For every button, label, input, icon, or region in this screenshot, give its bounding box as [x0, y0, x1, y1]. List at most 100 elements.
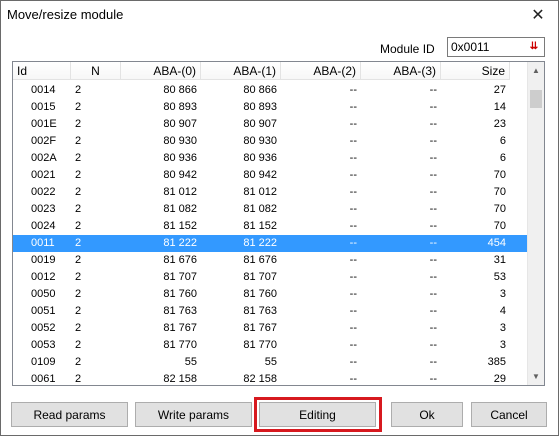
table-row[interactable]: 0012 2 81 707 81 707 -- -- 53 [13, 269, 528, 286]
read-params-button[interactable]: Read params [11, 402, 128, 427]
cell-aba-3: -- [429, 152, 437, 164]
table-row[interactable]: 0024 2 81 152 81 152 -- -- 70 [13, 218, 528, 235]
table-row[interactable]: 0014 2 80 866 80 866 -- -- 27 [13, 82, 528, 99]
table-row[interactable]: 0023 2 81 082 81 082 -- -- 70 [13, 201, 528, 218]
table-row[interactable]: 0051 2 81 763 81 763 -- -- 4 [13, 303, 528, 320]
cell-aba-1: 81 676 [243, 254, 277, 266]
ok-button[interactable]: Ok [391, 402, 463, 427]
cell-n: 2 [75, 84, 82, 96]
cell-aba-0: 55 [184, 356, 197, 368]
cell-aba-3: -- [429, 84, 437, 96]
cell-n: 2 [75, 356, 82, 368]
write-params-button[interactable]: Write params [135, 402, 252, 427]
cell-aba-1: 81 770 [243, 339, 277, 351]
cell-id: 0012 [31, 271, 56, 283]
cell-id: 0061 [31, 373, 56, 385]
cell-id: 0109 [31, 356, 56, 368]
table-row[interactable]: 0019 2 81 676 81 676 -- -- 31 [13, 252, 528, 269]
column-header-size[interactable]: Size [441, 62, 510, 80]
table-header: Id N ABA-(0) ABA-(1) ABA-(2) ABA-(3) Siz… [13, 62, 528, 80]
cell-aba-2: -- [349, 322, 357, 334]
cell-aba-1: 82 158 [243, 373, 277, 385]
table-row[interactable]: 0022 2 81 012 81 012 -- -- 70 [13, 184, 528, 201]
cell-n: 2 [75, 288, 82, 300]
cell-n: 2 [75, 169, 82, 181]
cell-size: 31 [493, 254, 506, 266]
cell-n: 2 [75, 237, 82, 249]
table-row[interactable]: 0061 2 82 158 82 158 -- -- 29 [13, 371, 528, 385]
table-row[interactable]: 0021 2 80 942 80 942 -- -- 70 [13, 167, 528, 184]
cell-size: 3 [499, 322, 506, 334]
cell-aba-2: -- [349, 152, 357, 164]
cell-id: 0053 [31, 339, 56, 351]
cell-aba-0: 81 676 [163, 254, 197, 266]
cell-aba-1: 81 767 [243, 322, 277, 334]
table-row[interactable]: 002A 2 80 936 80 936 -- -- 6 [13, 150, 528, 167]
cell-aba-1: 81 152 [243, 220, 277, 232]
cell-aba-2: -- [349, 339, 357, 351]
cell-aba-2: -- [349, 237, 357, 249]
vertical-scrollbar[interactable]: ▲ ▼ [527, 62, 544, 385]
cell-aba-2: -- [349, 305, 357, 317]
cell-aba-1: 81 707 [243, 271, 277, 283]
cell-aba-3: -- [429, 135, 437, 147]
cell-n: 2 [75, 305, 82, 317]
table-row[interactable]: 002F 2 80 930 80 930 -- -- 6 [13, 133, 528, 150]
cell-aba-1: 80 866 [243, 84, 277, 96]
cell-aba-2: -- [349, 186, 357, 198]
cell-aba-3: -- [429, 305, 437, 317]
cell-aba-1: 81 222 [243, 237, 277, 249]
scroll-up-icon[interactable]: ▲ [528, 62, 544, 79]
table-row[interactable]: 0109 2 55 55 -- -- 385 [13, 354, 528, 371]
scroll-down-icon[interactable]: ▼ [528, 368, 544, 385]
cell-aba-0: 80 893 [163, 101, 197, 113]
cell-size: 29 [493, 373, 506, 385]
cancel-button[interactable]: Cancel [471, 402, 547, 427]
cell-aba-2: -- [349, 220, 357, 232]
editing-button[interactable]: Editing [259, 402, 376, 427]
cell-aba-0: 81 222 [163, 237, 197, 249]
cell-size: 3 [499, 288, 506, 300]
cell-n: 2 [75, 101, 82, 113]
cell-size: 14 [493, 101, 506, 113]
cell-id: 0050 [31, 288, 56, 300]
title-bar: Move/resize module ✕ [1, 1, 558, 29]
column-header-aba-1[interactable]: ABA-(1) [201, 62, 281, 80]
column-header-aba-0[interactable]: ABA-(0) [121, 62, 201, 80]
table-row-selected[interactable]: 0011 2 81 222 81 222 -- -- 454 [13, 235, 528, 252]
table-row[interactable]: 0050 2 81 760 81 760 -- -- 3 [13, 286, 528, 303]
module-table[interactable]: Id N ABA-(0) ABA-(1) ABA-(2) ABA-(3) Siz… [12, 61, 545, 386]
module-id-value[interactable]: 0x0011 [451, 40, 489, 54]
cell-aba-1: 81 082 [243, 203, 277, 215]
sort-down-arrow-icon[interactable]: ⇊ [527, 41, 541, 53]
cell-aba-3: -- [429, 356, 437, 368]
cell-aba-0: 80 907 [163, 118, 197, 130]
table-row[interactable]: 0015 2 80 893 80 893 -- -- 14 [13, 99, 528, 116]
cell-aba-1: 80 907 [243, 118, 277, 130]
cell-aba-0: 81 763 [163, 305, 197, 317]
cell-n: 2 [75, 339, 82, 351]
cell-aba-2: -- [349, 118, 357, 130]
close-icon[interactable]: ✕ [518, 1, 558, 29]
table-row[interactable]: 0052 2 81 767 81 767 -- -- 3 [13, 320, 528, 337]
cell-aba-0: 81 082 [163, 203, 197, 215]
cell-aba-1: 81 760 [243, 288, 277, 300]
cell-aba-2: -- [349, 271, 357, 283]
cell-aba-2: -- [349, 288, 357, 300]
column-header-aba-3[interactable]: ABA-(3) [361, 62, 441, 80]
cell-size: 454 [487, 237, 506, 249]
module-id-field[interactable]: 0x0011 ⇊ [447, 37, 545, 57]
scroll-thumb[interactable] [530, 90, 542, 108]
cell-aba-1: 81 763 [243, 305, 277, 317]
cell-aba-2: -- [349, 135, 357, 147]
column-header-aba-2[interactable]: ABA-(2) [281, 62, 361, 80]
column-header-n[interactable]: N [71, 62, 121, 80]
table-row[interactable]: 001E 2 80 907 80 907 -- -- 23 [13, 116, 528, 133]
table-row[interactable]: 0053 2 81 770 81 770 -- -- 3 [13, 337, 528, 354]
cell-aba-2: -- [349, 356, 357, 368]
cell-id: 0024 [31, 220, 56, 232]
cell-n: 2 [75, 118, 82, 130]
cell-n: 2 [75, 220, 82, 232]
cell-aba-0: 80 936 [163, 152, 197, 164]
column-header-id[interactable]: Id [13, 62, 71, 80]
